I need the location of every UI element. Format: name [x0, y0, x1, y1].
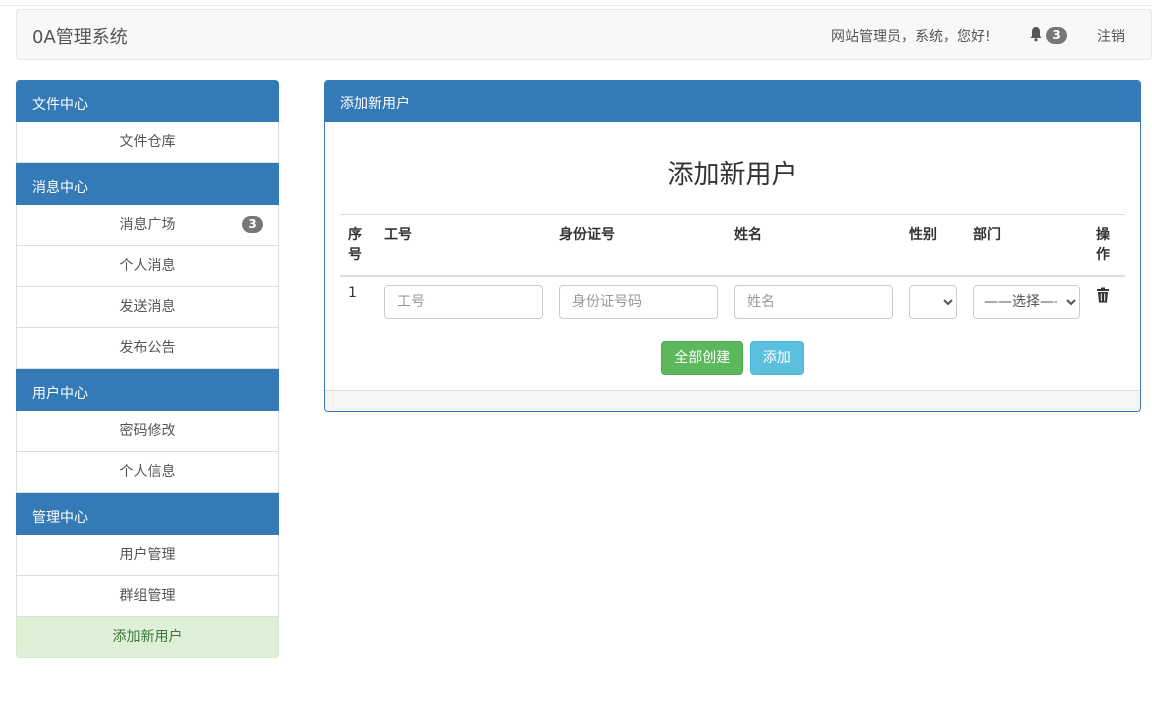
- col-header-id-card: 身份证号: [551, 214, 726, 277]
- top-border: [0, 0, 1152, 6]
- create-all-button[interactable]: 全部创建: [661, 341, 744, 375]
- sidebar-item-label: 发布公告: [119, 340, 176, 356]
- sidebar-item-add-user[interactable]: 添加新用户: [16, 617, 279, 658]
- col-header-gender: 性别: [901, 214, 965, 277]
- sidebar-item-message-square[interactable]: 消息广场 3: [16, 205, 279, 246]
- notification-badge[interactable]: 3: [1046, 27, 1067, 44]
- sidebar-section-message[interactable]: 消息中心: [16, 163, 279, 205]
- sidebar-item-change-password[interactable]: 密码修改: [16, 411, 279, 452]
- trash-icon[interactable]: [1096, 287, 1110, 303]
- col-header-employee-id: 工号: [376, 214, 551, 277]
- sidebar-section-file[interactable]: 文件中心: [16, 80, 279, 122]
- col-header-department: 部门: [965, 214, 1088, 277]
- sidebar-item-label: 消息广场: [119, 217, 176, 233]
- sidebar-item-label: 群组管理: [119, 588, 176, 604]
- page-title: 添加新用户: [667, 160, 798, 190]
- add-user-table: 序号 工号 身份证号 姓名 性别 部门 操作 1 工号 身份证号码 姓名 ——选…: [340, 214, 1125, 327]
- sidebar-item-label: 添加新用户: [112, 629, 183, 645]
- navbar: 0A管理系统 网站管理员，系统，您好! 3 注销: [16, 9, 1152, 60]
- gender-select[interactable]: [909, 285, 957, 319]
- sidebar-item-file-repo[interactable]: 文件仓库: [16, 122, 279, 163]
- add-user-panel: 添加新用户 添加新用户 序号 工号 身份证号 姓名 性别 部门 操作 1 工号 …: [324, 80, 1141, 412]
- col-header-action: 操作: [1088, 214, 1125, 277]
- panel-footer: [325, 390, 1140, 411]
- user-greeting: 网站管理员，系统，您好!: [831, 29, 991, 45]
- table-header-row: 序号 工号 身份证号 姓名 性别 部门 操作: [340, 214, 1125, 277]
- sidebar-section-admin[interactable]: 管理中心: [16, 493, 279, 535]
- message-count-badge: 3: [242, 216, 263, 233]
- action-buttons: 全部创建 添加: [325, 341, 1140, 375]
- panel-heading: 添加新用户: [325, 81, 1140, 122]
- name-input[interactable]: [734, 285, 893, 319]
- department-select[interactable]: ——选择——: [973, 285, 1080, 319]
- sidebar-item-user-management[interactable]: 用户管理: [16, 535, 279, 576]
- logout-link[interactable]: 注销: [1097, 26, 1125, 46]
- col-header-name: 姓名: [726, 214, 901, 277]
- bell-icon[interactable]: [1029, 26, 1043, 42]
- sidebar: 文件中心 文件仓库 消息中心 消息广场 3 个人消息 发送消息 发布公告 用户中…: [16, 80, 279, 658]
- table-row: 1 ——选择——: [340, 276, 1125, 327]
- sidebar-item-publish-notice[interactable]: 发布公告: [16, 328, 279, 369]
- sidebar-item-label: 个人信息: [119, 464, 176, 480]
- sidebar-item-label: 密码修改: [119, 423, 176, 439]
- id-card-input[interactable]: [559, 285, 718, 319]
- sidebar-item-personal-info[interactable]: 个人信息: [16, 452, 279, 493]
- row-index: 1: [348, 285, 357, 301]
- sidebar-item-label: 个人消息: [119, 258, 176, 274]
- brand-title[interactable]: 0A管理系统: [32, 23, 128, 49]
- sidebar-section-user[interactable]: 用户中心: [16, 369, 279, 411]
- sidebar-item-personal-message[interactable]: 个人消息: [16, 246, 279, 287]
- sidebar-item-group-management[interactable]: 群组管理: [16, 576, 279, 617]
- add-row-button[interactable]: 添加: [749, 341, 804, 375]
- sidebar-item-label: 发送消息: [119, 299, 176, 315]
- col-header-index: 序号: [340, 214, 376, 277]
- sidebar-item-label: 文件仓库: [119, 134, 176, 150]
- sidebar-item-label: 用户管理: [119, 547, 176, 563]
- sidebar-item-send-message[interactable]: 发送消息: [16, 287, 279, 328]
- employee-id-input[interactable]: [384, 285, 543, 319]
